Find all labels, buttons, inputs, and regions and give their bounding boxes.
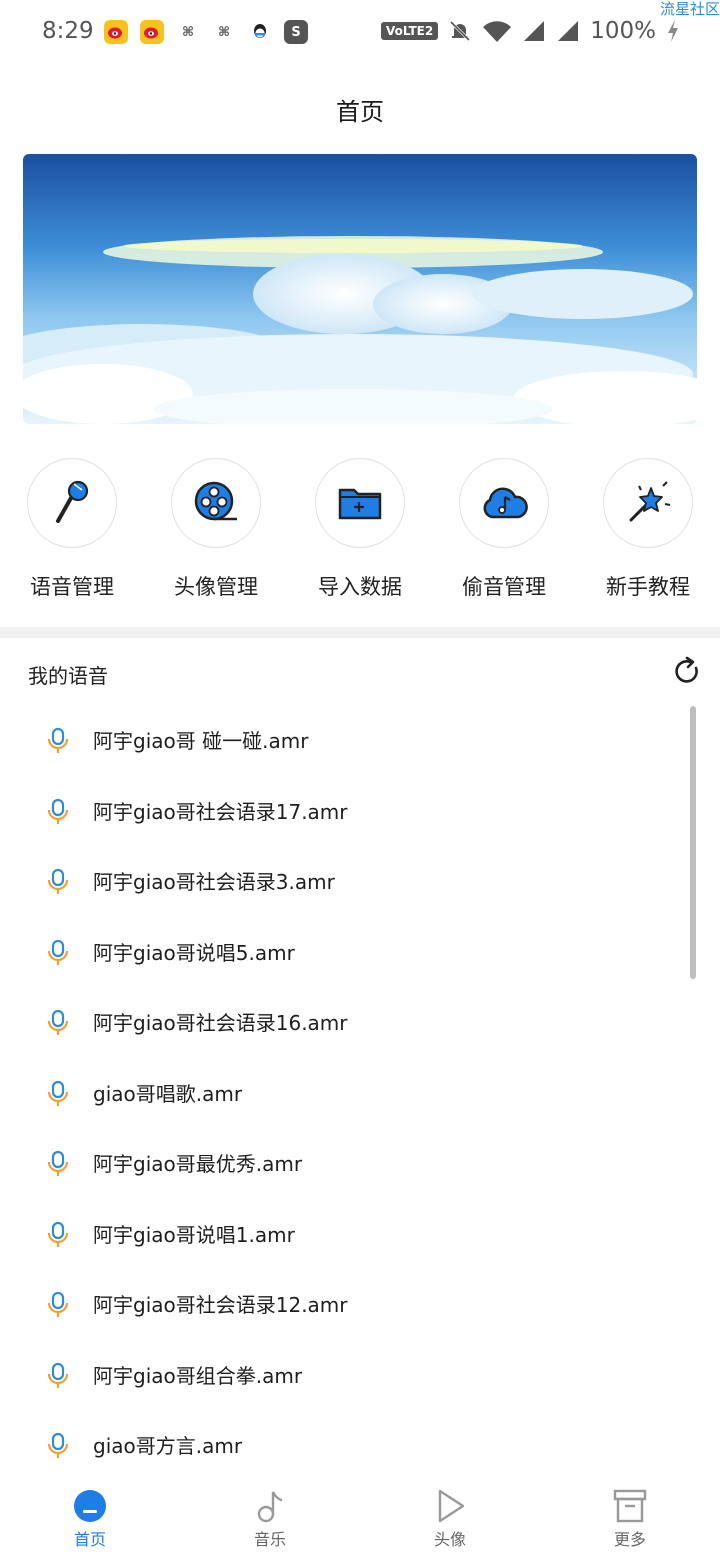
weibo-icon (104, 20, 128, 44)
action-label: 头像管理 (174, 575, 258, 599)
microphone-icon (46, 1009, 70, 1037)
nav-label: 音乐 (253, 1530, 286, 1549)
voice-file-name: 阿宇giao哥说唱5.amr (93, 940, 295, 965)
avatar-management-button[interactable]: 头像管理 (146, 458, 286, 601)
nav-more[interactable]: 更多 (585, 1488, 675, 1550)
list-item[interactable]: 阿宇giao哥社会语录16.amr (0, 987, 720, 1058)
list-item[interactable]: 阿宇giao哥说唱5.amr (0, 917, 720, 988)
quick-actions: 语音管理 头像管理 导入数据 偷音管理 新手教程 (0, 458, 720, 608)
bell-muted-icon (450, 20, 471, 42)
voice-file-name: giao哥唱歌.amr (93, 1081, 243, 1106)
status-time: 8:29 (42, 18, 94, 44)
signal-icon (558, 21, 579, 41)
battery-level: 100% (590, 18, 656, 44)
nav-label: 更多 (613, 1530, 646, 1549)
voice-list: 阿宇giao哥 碰一碰.amr 阿宇giao哥社会语录17.amr 阿宇giao哥社… (0, 705, 720, 1481)
action-label: 语音管理 (30, 575, 114, 599)
import-data-button[interactable]: 导入数据 (290, 458, 430, 601)
nav-label: 头像 (433, 1530, 466, 1549)
microphone-icon (46, 1080, 70, 1108)
microphone-icon (46, 1221, 70, 1249)
voice-file-name: 阿宇giao哥社会语录3.amr (93, 870, 335, 894)
app-icon: ⌘ (181, 24, 195, 40)
watermark: 流星社区 (659, 0, 720, 18)
section-divider (0, 627, 720, 638)
app-icon: ⌘ (217, 24, 231, 40)
action-label: 导入数据 (318, 575, 402, 599)
wifi-icon (483, 21, 512, 42)
voice-file-name: 阿宇giao哥组合拳.amr (93, 1363, 303, 1388)
voice-file-name: 阿宇giao哥 碰一碰.amr (93, 729, 309, 753)
microphone-icon (46, 798, 70, 826)
microphone-icon (46, 1291, 70, 1319)
refresh-icon[interactable] (672, 656, 702, 686)
status-bar: 8:29 ⌘ ⌘ S VoLTE2 100% 流星社区 (0, 0, 720, 66)
play-icon (438, 1489, 465, 1523)
steal-voice-management-button[interactable]: 偷音管理 (434, 458, 574, 601)
voice-management-button[interactable]: 语音管理 (2, 458, 142, 601)
weibo-icon (140, 20, 164, 44)
microphone-icon (27, 458, 117, 548)
sogou-icon: S (284, 20, 308, 44)
bottom-nav: 首页 音乐 头像 更多 (0, 1478, 720, 1560)
section-title: 我的语音 (28, 664, 108, 688)
voice-file-name: 阿宇giao哥社会语录16.amr (93, 1011, 348, 1035)
voice-file-name: 阿宇giao哥说唱1.amr (93, 1222, 295, 1247)
list-item[interactable]: giao哥唱歌.amr (0, 1058, 720, 1129)
cloud-music-icon (459, 458, 549, 548)
voice-file-name: giao哥方言.amr (93, 1434, 243, 1458)
list-item[interactable]: 阿宇giao哥组合拳.amr (0, 1340, 720, 1411)
list-item[interactable]: giao哥方言.amr (0, 1410, 720, 1481)
scrollbar[interactable] (690, 706, 696, 979)
voice-file-name: 阿宇giao哥社会语录12.amr (93, 1293, 348, 1317)
list-item[interactable]: 阿宇giao哥社会语录12.amr (0, 1269, 720, 1340)
page-title: 首页 (336, 98, 384, 126)
qq-icon (248, 20, 272, 44)
nav-home[interactable]: 首页 (45, 1488, 135, 1550)
microphone-icon (46, 1150, 70, 1178)
action-label: 新手教程 (606, 575, 690, 599)
music-note-icon (257, 1491, 283, 1523)
list-item[interactable]: 阿宇giao哥社会语录3.amr (0, 846, 720, 917)
microphone-icon (46, 939, 70, 967)
signal-icon (524, 21, 545, 41)
network-badge: VoLTE2 (380, 22, 439, 40)
list-item[interactable]: 阿宇giao哥社会语录17.amr (0, 776, 720, 847)
magic-wand-icon (603, 458, 693, 548)
folder-add-icon (315, 458, 405, 548)
microphone-icon (46, 1362, 70, 1390)
microphone-icon (46, 1432, 70, 1460)
list-item[interactable]: 阿宇giao哥 碰一碰.amr (0, 705, 720, 776)
nav-label: 首页 (73, 1530, 106, 1549)
box-icon (613, 1489, 647, 1523)
banner-image[interactable] (23, 154, 697, 424)
home-icon (74, 1490, 106, 1522)
status-right: VoLTE2 100% (380, 18, 680, 44)
nav-music[interactable]: 音乐 (225, 1488, 315, 1550)
film-reel-icon (171, 458, 261, 548)
notification-icons: ⌘ ⌘ S (104, 20, 308, 44)
action-label: 偷音管理 (462, 575, 546, 599)
list-item[interactable]: 阿宇giao哥最优秀.amr (0, 1128, 720, 1199)
microphone-icon (46, 868, 70, 896)
list-item[interactable]: 阿宇giao哥说唱1.amr (0, 1199, 720, 1270)
voice-file-name: 阿宇giao哥社会语录17.amr (93, 799, 348, 824)
tutorial-button[interactable]: 新手教程 (578, 458, 718, 601)
nav-avatar[interactable]: 头像 (405, 1488, 495, 1550)
microphone-icon (46, 727, 70, 755)
charging-icon (668, 20, 678, 42)
voice-file-name: 阿宇giao哥最优秀.amr (93, 1152, 303, 1176)
